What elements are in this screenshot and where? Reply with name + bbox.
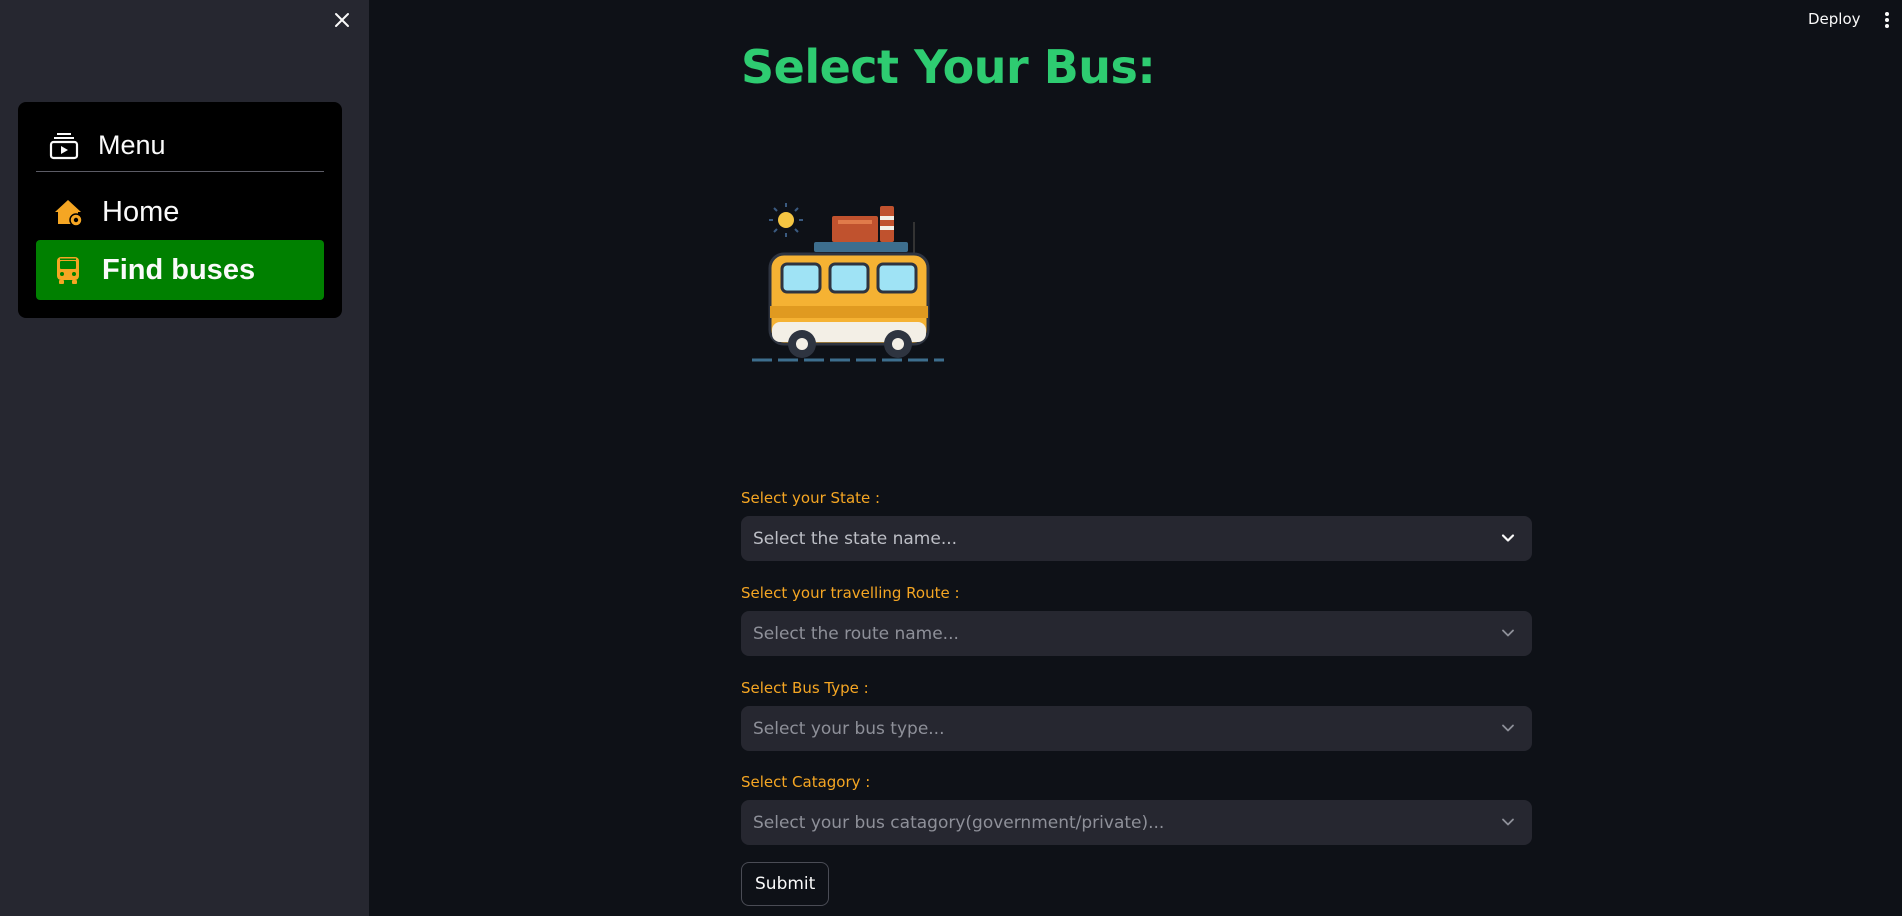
main-menu-button[interactable] [1876,8,1898,32]
van-illustration [752,203,944,362]
sidebar: Menu Home Find buses [0,0,369,916]
sidebar-item-label: Home [102,195,180,228]
house-gear-icon [55,200,83,227]
state-select-placeholder: Select the state name... [753,528,958,549]
category-select[interactable]: Select your bus catagory(government/priv… [741,800,1532,845]
close-icon [335,13,349,27]
chevron-down-icon [1502,629,1514,637]
submit-button[interactable]: Submit [741,862,830,906]
bus-icon [57,257,79,284]
sidebar-item-label: Find buses [102,253,256,286]
bus-type-select-placeholder: Select your bus type... [753,718,945,739]
chevron-down-icon [1502,818,1514,826]
category-label: Select Catagory : [741,773,871,791]
menu-header: Menu [36,120,324,172]
chevron-down-icon [1501,534,1515,542]
chevron-down-icon [1502,724,1514,732]
route-label: Select your travelling Route : [741,584,960,602]
menu-title: Menu [98,130,166,160]
sidebar-item-find-buses[interactable]: Find buses [36,240,324,300]
option-menu: Menu Home Find buses [18,102,342,318]
page-title: Select Your Bus: [741,40,1156,94]
bus-type-select[interactable]: Select your bus type... [741,706,1532,751]
state-label: Select your State : [741,489,881,507]
route-select-placeholder: Select the route name... [753,623,959,644]
menu-app-icon [49,132,79,159]
route-select[interactable]: Select the route name... [741,611,1532,656]
deploy-button[interactable]: Deploy [1800,6,1869,32]
category-select-placeholder: Select your bus catagory(government/priv… [753,812,1165,833]
bus-type-label: Select Bus Type : [741,679,869,697]
sidebar-item-home[interactable]: Home [36,182,324,242]
close-sidebar-button[interactable] [330,8,354,32]
kebab-menu-icon [1885,12,1889,28]
state-select[interactable]: Select the state name... [741,516,1532,561]
